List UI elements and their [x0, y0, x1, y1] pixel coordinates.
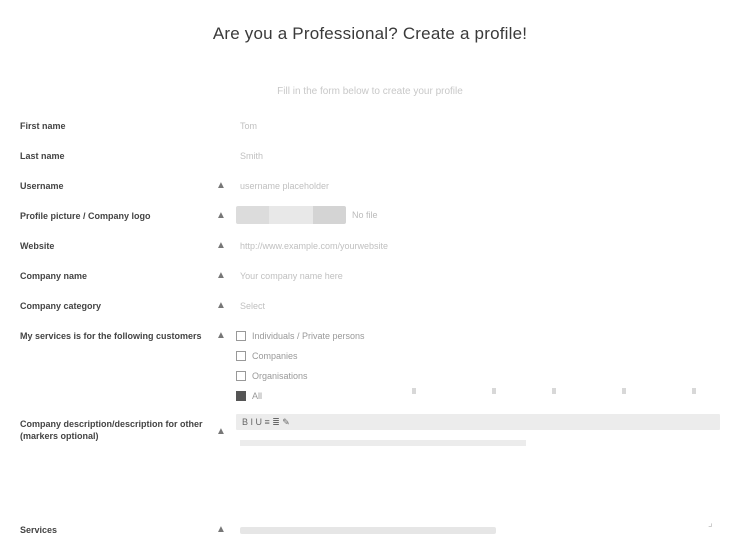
username-field[interactable]: username placeholder [240, 180, 329, 192]
customers-label: My services is for the following custome… [20, 331, 202, 341]
editor-toolbar[interactable]: B I U ≡ ≣ ✎ [236, 414, 720, 430]
checkbox[interactable] [236, 371, 246, 381]
choose-file-button[interactable] [236, 206, 346, 224]
first-name-field[interactable]: Tom [240, 120, 257, 132]
checkbox-option[interactable]: Organisations [236, 366, 365, 386]
dot [692, 388, 696, 394]
checkbox-option[interactable]: Companies [236, 346, 365, 366]
username-label: Username [20, 181, 64, 191]
description-label: Company description/description for othe… [20, 419, 203, 441]
website-label: Website [20, 241, 55, 251]
file-status: No file [352, 210, 378, 220]
company-name-field[interactable]: Your company name here [240, 270, 343, 282]
checkbox-label: Organisations [252, 371, 308, 381]
first-name-label: First name [20, 121, 66, 131]
services-field[interactable] [240, 527, 496, 534]
checkbox-label: Individuals / Private persons [252, 331, 365, 341]
required-marker-icon: ▲ [216, 180, 226, 191]
company-category-label: Company category [20, 301, 102, 311]
services-label: Services [20, 525, 58, 535]
company-category-select[interactable]: Select [240, 300, 265, 312]
checkbox[interactable] [236, 331, 246, 341]
last-name-field[interactable]: Smith [240, 150, 263, 162]
dot [492, 388, 496, 394]
required-marker-icon: ▲ [216, 270, 226, 281]
logo-label: Profile picture / Company logo [20, 211, 151, 221]
dot [622, 388, 626, 394]
checkbox-option[interactable]: Individuals / Private persons [236, 326, 365, 346]
required-marker-icon: ▲ [216, 330, 226, 341]
editor-content[interactable] [240, 440, 526, 446]
checkbox-label: Companies [252, 351, 298, 361]
required-marker-icon: ▲ [216, 426, 226, 437]
company-name-label: Company name [20, 271, 88, 281]
required-marker-icon: ▲ [216, 300, 226, 311]
checkbox[interactable] [236, 391, 246, 401]
dot [552, 388, 556, 394]
website-field[interactable]: http://www.example.com/yourwebsite [240, 240, 388, 252]
checkbox[interactable] [236, 351, 246, 361]
page-title: Are you a Professional? Create a profile… [212, 24, 528, 43]
required-marker-icon: ▲ [216, 210, 226, 221]
required-marker-icon: ▲ [216, 524, 226, 535]
page-subtitle: Fill in the form below to create your pr… [277, 86, 463, 97]
last-name-label: Last name [20, 151, 65, 161]
dot [412, 388, 416, 394]
required-marker-icon: ▲ [216, 240, 226, 251]
scroll-indicator [252, 388, 720, 396]
resize-handle-icon[interactable]: ⌟ [708, 518, 713, 529]
